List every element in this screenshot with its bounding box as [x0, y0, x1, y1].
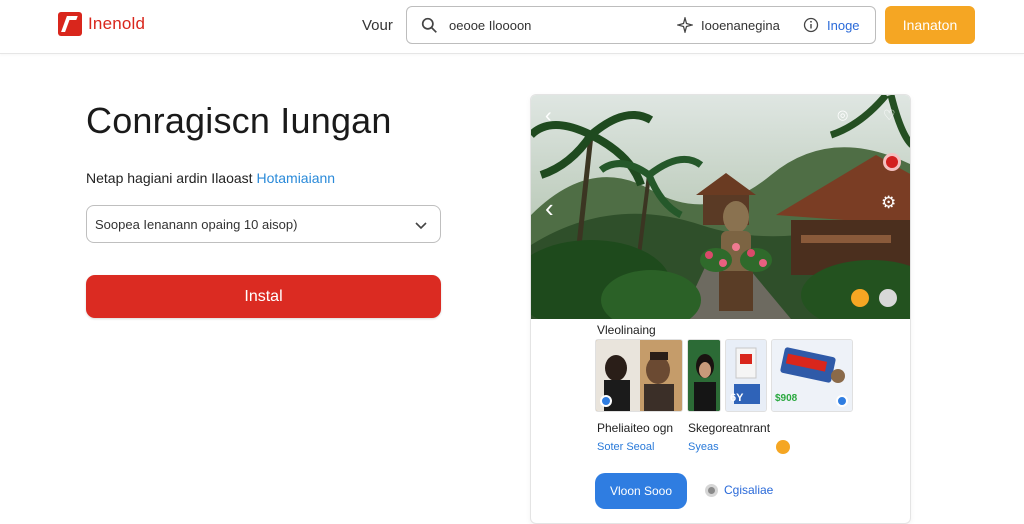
person-photo-icon [688, 340, 720, 411]
select-value: Soopea Ienanann opaing 10 aisop) [95, 217, 298, 232]
page-title: Conragiscn Iungan [86, 100, 392, 141]
sun-icon [776, 440, 790, 454]
secondary-link[interactable]: Cgisaliae [705, 483, 773, 497]
image-search-button[interactable]: Inoge [803, 17, 860, 33]
settings-icon[interactable]: ⚙ [881, 193, 896, 213]
secondary-link-label: Cgisaliae [724, 483, 774, 497]
logo-icon [58, 12, 82, 36]
record-icon[interactable] [883, 153, 901, 171]
thumbnail-3[interactable]: 6Y [725, 339, 767, 412]
tag-icon[interactable] [851, 289, 869, 307]
caption-2[interactable]: Skegoreatnrant [688, 421, 770, 435]
badge-icon [600, 395, 612, 407]
logo-text: Inenold [88, 14, 146, 33]
meta-link-1[interactable]: Soter Seoal [597, 441, 654, 453]
thumbnail-label: 6Y [730, 392, 744, 404]
info-icon [803, 17, 819, 33]
image-search-label: Inoge [827, 17, 860, 33]
lens-search-button[interactable]: Iooenanegina [677, 17, 780, 33]
search-icon [421, 17, 437, 33]
top-header: Inenold Vour oeooe Iloooon Iooenanegina … [0, 0, 1024, 54]
search-bar[interactable]: oeooe Iloooon Iooenanegina Inoge [406, 6, 876, 44]
nav-link[interactable]: Vour [362, 17, 393, 34]
caption-1[interactable]: Pheliaiteo ogn [597, 421, 673, 435]
primary-button[interactable]: Vloon Sooo [595, 473, 687, 509]
brand-logo[interactable]: Inenold [58, 12, 145, 36]
thumbnail-2[interactable] [687, 339, 721, 412]
header-cta-button[interactable]: Inanaton [885, 6, 975, 44]
carousel-prev-icon[interactable]: ‹ [545, 193, 554, 224]
install-button[interactable]: Instal [86, 275, 441, 318]
hero-image: ‹ ‹ ◎ ♡ ⚙ [531, 95, 910, 319]
sparkle-icon [677, 17, 693, 33]
lens-label: Iooenanegina [701, 17, 780, 33]
preview-panel: ‹ ‹ ◎ ♡ ⚙ Vleolinaing 6Y $908 Pheliaiteo… [530, 94, 911, 524]
garden-temple-image [531, 95, 910, 319]
search-input[interactable]: oeooe Iloooon [449, 18, 531, 33]
back-arrow-icon[interactable]: ‹ [545, 105, 552, 128]
subtitle-link[interactable]: Hotamiaiann [256, 170, 335, 186]
page-subtitle: Netap hagiani ardin Ilaoast Hotamiaiann [86, 170, 335, 186]
option-select[interactable]: Soopea Ienanann opaing 10 aisop) [86, 205, 441, 243]
thumbnail-1[interactable] [595, 339, 683, 412]
meta-link-2[interactable]: Syeas [688, 441, 719, 453]
badge-icon [836, 395, 848, 407]
subtitle-text: Netap hagiani ardin Ilaoast [86, 170, 253, 186]
info-icon[interactable]: ◎ [837, 107, 848, 123]
section-title: Vleolinaing [597, 323, 656, 337]
radio-icon [705, 483, 718, 497]
share-icon[interactable] [879, 289, 897, 307]
heart-icon[interactable]: ♡ [883, 107, 896, 124]
chevron-down-icon [415, 222, 427, 230]
price-tag: $908 [775, 393, 798, 404]
